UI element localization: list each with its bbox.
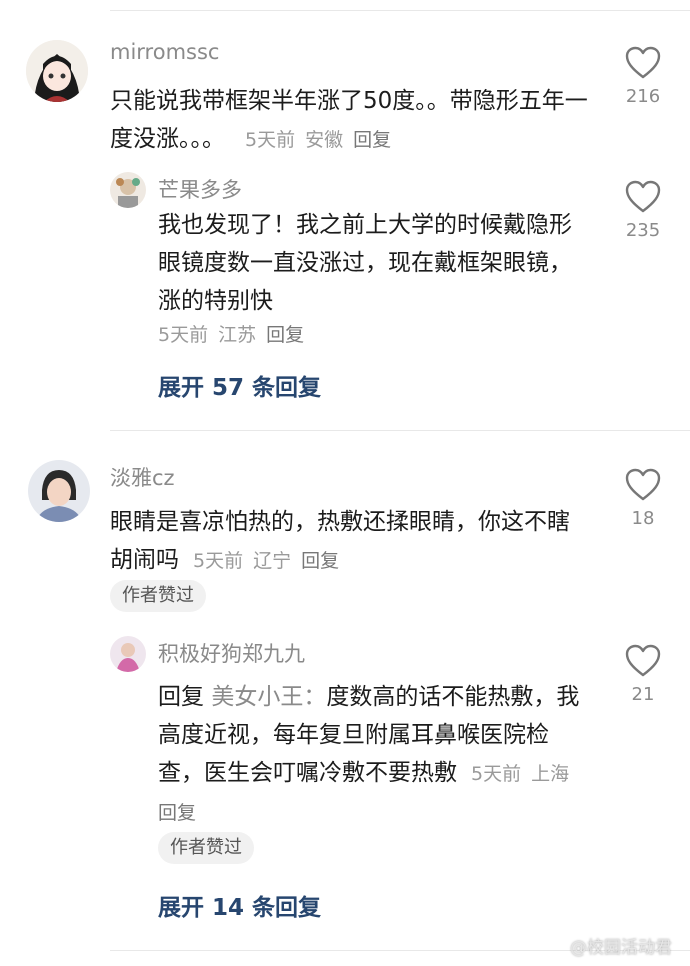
author-liked-badge: 作者赞过: [158, 832, 254, 864]
comment-time: 5天前: [245, 129, 296, 151]
comment-username[interactable]: 淡雅cz: [110, 462, 175, 492]
reply-prefix: 回复: [158, 684, 204, 710]
comment-location: 安徽: [305, 129, 344, 151]
reply-time: 5天前: [471, 763, 522, 785]
reply-button[interactable]: 回复: [301, 550, 339, 572]
expand-replies-button[interactable]: 展开 57 条回复: [158, 368, 321, 402]
heart-icon: [625, 644, 661, 677]
like-button[interactable]: 18: [613, 468, 673, 529]
reply-button[interactable]: 回复: [353, 129, 391, 151]
avatar[interactable]: [28, 460, 90, 522]
heart-icon: [625, 46, 661, 79]
comment-divider: [110, 430, 690, 431]
top-divider: [110, 10, 690, 11]
reply-time: 5天前: [158, 324, 209, 346]
comment-username[interactable]: mirromssc: [110, 40, 219, 64]
heart-icon: [625, 180, 661, 213]
reply-meta: 5天前 江苏 回复: [158, 320, 304, 347]
reply-avatar[interactable]: [110, 636, 146, 672]
reply-button[interactable]: 回复: [266, 324, 304, 346]
reply-username[interactable]: 芒果多多: [158, 174, 242, 204]
comment-time: 5天前: [193, 550, 244, 572]
like-button[interactable]: 21: [613, 644, 673, 705]
reply-text: 回复 美女小王：度数高的话不能热敷，我高度近视，每年复旦附属耳鼻喉医院检查，医生…: [158, 678, 588, 832]
reply-avatar[interactable]: [110, 172, 146, 208]
like-button[interactable]: 235: [613, 180, 673, 241]
avatar[interactable]: [26, 40, 88, 102]
reply-username[interactable]: 积极好狗郑九九: [158, 638, 305, 668]
like-count: 21: [631, 684, 655, 705]
like-count: 18: [631, 508, 655, 529]
expand-replies-button[interactable]: 展开 14 条回复: [158, 888, 321, 922]
reply-button[interactable]: 回复: [158, 802, 196, 824]
like-count: 216: [625, 86, 661, 107]
comment-text: 只能说我带框架半年涨了50度。。带隐形五年一度没涨。。。 5天前 安徽 回复: [110, 82, 590, 159]
comment-body: 眼睛是喜凉怕热的，热敷还揉眼睛，你这不瞎胡闹吗: [110, 509, 570, 573]
comment-location: 辽宁: [253, 550, 292, 572]
like-count: 235: [625, 220, 661, 241]
author-liked-badge: 作者赞过: [110, 580, 206, 612]
mention-username[interactable]: 美女小王：: [211, 684, 326, 710]
reply-location: 上海: [531, 763, 570, 785]
reply-text: 我也发现了！我之前上大学的时候戴隐形眼镜度数一直没涨过，现在戴框架眼镜，涨的特别…: [158, 212, 572, 314]
comment-text: 眼睛是喜凉怕热的，热敷还揉眼睛，你这不瞎胡闹吗 5天前 辽宁 回复: [110, 503, 580, 580]
watermark: @校园活动君: [570, 938, 672, 958]
reply-location: 江苏: [218, 324, 257, 346]
heart-icon: [625, 468, 661, 501]
like-button[interactable]: 216: [613, 46, 673, 107]
